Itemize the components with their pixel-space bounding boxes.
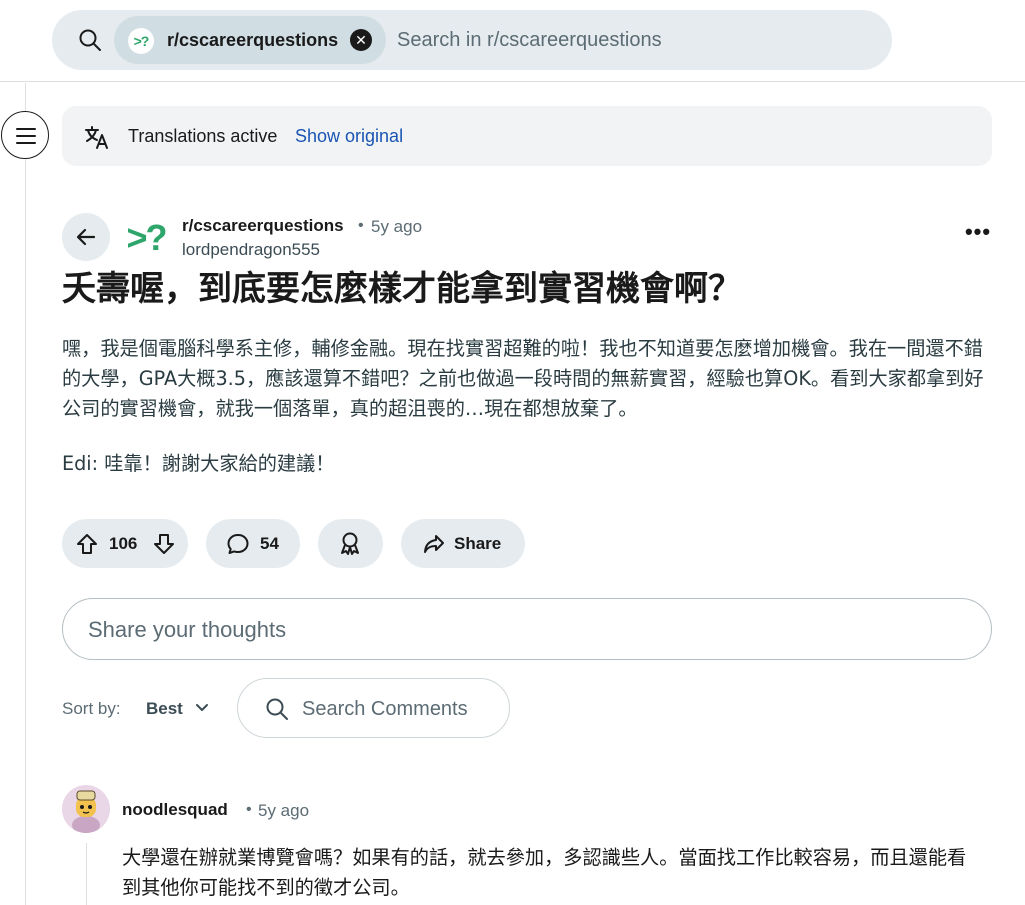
comments-button[interactable]: 54 <box>206 519 300 568</box>
more-options-icon[interactable]: ••• <box>958 221 998 254</box>
search-icon[interactable] <box>78 28 102 52</box>
comment-search-box[interactable] <box>237 678 510 738</box>
thread-line[interactable] <box>86 843 87 905</box>
post-age: 5y ago <box>371 217 423 236</box>
post-subreddit-link[interactable]: r/cscareerquestions <box>182 216 344 236</box>
share-button[interactable]: Share <box>401 519 525 568</box>
comment-body: 大學還在辦就業博覽會嗎？如果有的話，就去參加，多認識些人。當面找工作比較容易，而… <box>122 846 967 899</box>
hamburger-icon <box>16 128 36 130</box>
search-bar[interactable]: >? r/cscareerquestions ✕ <box>52 10 892 70</box>
left-rail-divider <box>25 83 26 905</box>
comment-search-input[interactable] <box>302 697 492 721</box>
post-body: 嘿，我是個電腦科學系主修，輔修金融。現在找實習超難的啦！我也不知道要怎麼增加機會… <box>62 337 984 420</box>
award-icon <box>341 532 359 555</box>
back-button[interactable] <box>62 213 110 261</box>
post-title: 夭壽喔，到底要怎麼樣才能拿到實習機會啊？ <box>62 269 742 309</box>
post-author-link[interactable]: lordpendragon555 <box>182 240 320 260</box>
search-icon <box>266 698 288 720</box>
close-icon[interactable]: ✕ <box>350 29 372 51</box>
subreddit-avatar-icon: >? <box>128 28 154 54</box>
sort-label: Sort by: <box>62 699 121 718</box>
meta-separator: • <box>358 217 364 234</box>
chevron-down-icon[interactable] <box>193 699 211 717</box>
subreddit-filter-chip[interactable]: >? r/cscareerquestions ✕ <box>114 16 386 64</box>
chip-label: r/cscareerquestions <box>167 30 339 50</box>
comment-author-link[interactable]: noodlesquad <box>122 800 228 820</box>
sort-dropdown[interactable]: Best <box>146 699 183 719</box>
comment-composer[interactable] <box>62 598 992 660</box>
snoo-avatar-icon <box>72 790 100 833</box>
translation-banner: Translations active Show original <box>62 106 992 166</box>
comment-age: 5y ago <box>258 801 310 820</box>
translation-status: Translations active <box>128 126 278 146</box>
vote-pill: 106 <box>62 519 188 568</box>
downvote-icon[interactable] <box>152 532 176 556</box>
share-icon <box>424 535 444 553</box>
post-edit-note: Edi: 哇靠！謝謝大家給的建議！ <box>62 452 335 475</box>
comment-icon <box>227 534 249 554</box>
vote-count: 106 <box>109 534 138 553</box>
meta-separator: • <box>246 801 252 818</box>
translate-icon <box>85 126 108 149</box>
menu-button[interactable] <box>1 111 49 159</box>
arrow-left-icon <box>76 228 96 246</box>
comment-input[interactable] <box>88 617 948 643</box>
upvote-icon[interactable] <box>75 532 99 556</box>
comment-count: 54 <box>260 534 279 553</box>
avatar[interactable] <box>62 785 110 833</box>
top-bar: >? r/cscareerquestions ✕ <box>0 0 1025 82</box>
search-input[interactable] <box>397 28 867 52</box>
show-original-link[interactable]: Show original <box>295 126 403 147</box>
share-label: Share <box>454 534 502 553</box>
award-button[interactable] <box>318 519 383 568</box>
subreddit-avatar-icon[interactable]: >? <box>121 213 171 263</box>
